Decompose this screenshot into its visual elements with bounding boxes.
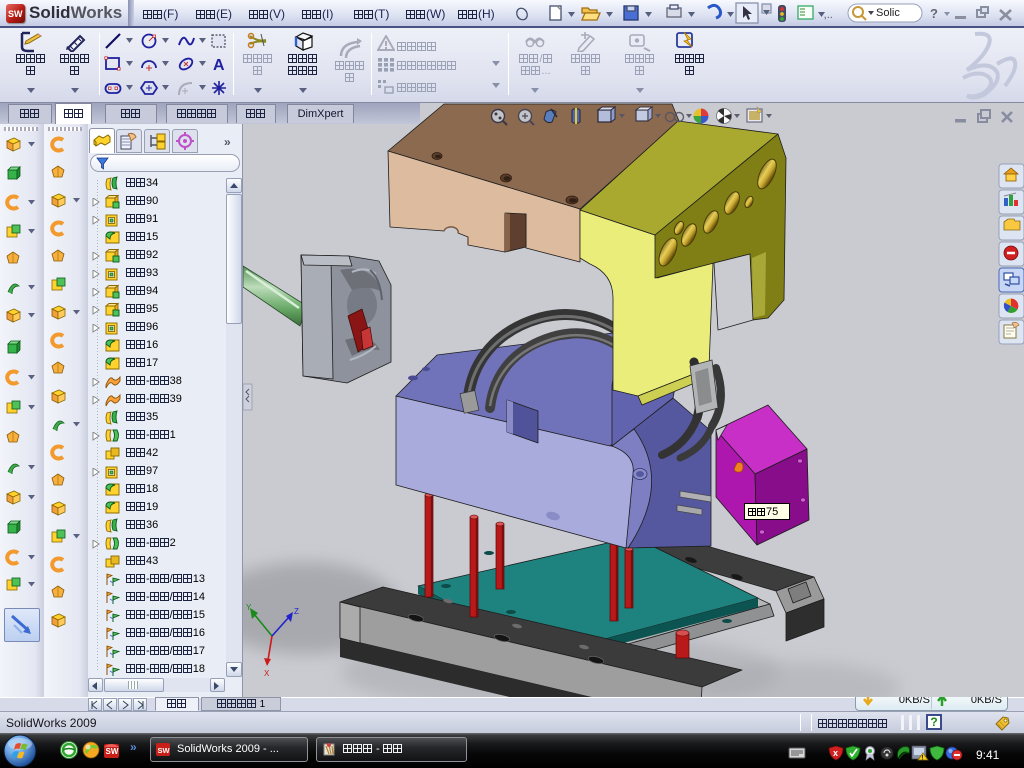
svg-text:SW: SW — [158, 746, 171, 755]
svg-text:Solic: Solic — [876, 7, 900, 19]
svg-text:SW: SW — [106, 747, 119, 756]
svg-text:!: ! — [922, 756, 924, 762]
svg-text:?: ? — [930, 6, 938, 21]
svg-text:X: X — [264, 669, 270, 678]
svg-text:Y: Y — [246, 603, 252, 612]
svg-text:Z: Z — [294, 607, 299, 616]
